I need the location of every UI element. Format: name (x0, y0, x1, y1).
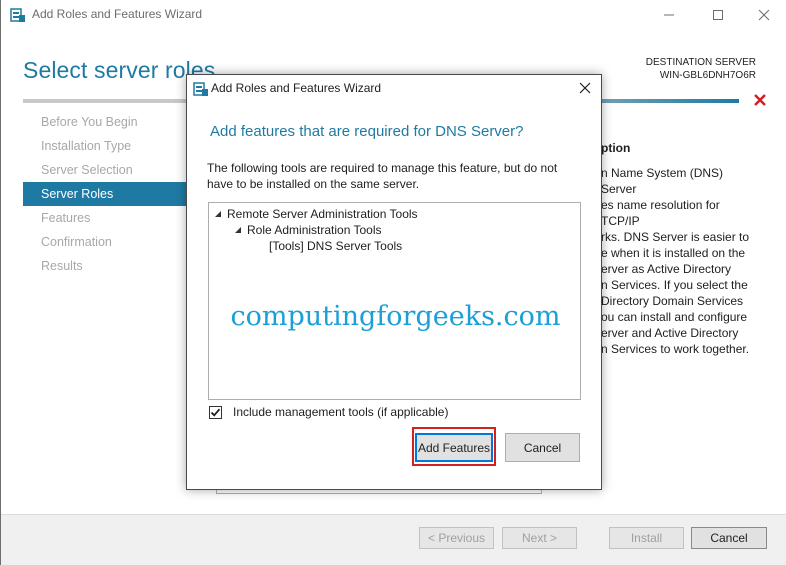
description-line: n Services to work together. (601, 342, 750, 356)
cancel-wizard-button[interactable]: Cancel (691, 527, 767, 549)
watermark-text: computingforgeeks.com (230, 301, 561, 332)
description-line: rks. DNS Server is easier to (601, 230, 750, 244)
tree-item-label: [Tools] DNS Server Tools (269, 239, 403, 253)
nav-item-server-selection[interactable]: Server Selection (23, 158, 189, 182)
destination-label: DESTINATION SERVER (645, 57, 756, 68)
tree-item-remote-server-admin-tools[interactable]: Remote Server Administration Tools (215, 207, 418, 221)
checkbox-label: Include management tools (if applicable) (233, 405, 449, 419)
minimize-button[interactable] (646, 0, 692, 30)
destination-server-info: DESTINATION SERVER WIN-GBL6DNH7O6R (646, 56, 756, 82)
description-line: erver and Active Directory (601, 326, 739, 340)
tree-item-dns-server-tools[interactable]: [Tools] DNS Server Tools (269, 239, 402, 253)
dialog-titlebar: Add Roles and Features Wizard (187, 75, 601, 101)
maximize-button[interactable] (695, 0, 741, 30)
error-x-icon[interactable] (753, 93, 767, 107)
wizard-navigation: Before You Begin Installation Type Serve… (23, 110, 189, 278)
dialog-cancel-button[interactable]: Cancel (505, 433, 580, 462)
description-line: e when it is installed on the (601, 246, 746, 260)
description-title: ption (601, 141, 631, 155)
close-window-button[interactable] (741, 0, 786, 30)
previous-button[interactable]: < Previous (419, 527, 494, 549)
description-line: erver as Active Directory (601, 262, 732, 276)
add-features-dialog: Add Roles and Features Wizard Add featur… (186, 74, 602, 490)
description-line: ou can install and configure (601, 310, 748, 324)
description-line: es name resolution for TCP/IP (601, 198, 720, 228)
nav-item-server-roles[interactable]: Server Roles (23, 182, 189, 206)
checkmark-icon (210, 408, 221, 417)
nav-item-confirmation[interactable]: Confirmation (23, 230, 189, 254)
wizard-footer: < Previous Next > Install Cancel (1, 514, 786, 565)
dialog-close-button[interactable] (572, 76, 598, 100)
description-line: n Services. If you select the (601, 278, 748, 292)
nav-item-before-you-begin[interactable]: Before You Begin (23, 110, 189, 134)
expand-arrow-icon[interactable] (215, 211, 221, 217)
role-description: n Name System (DNS) Server es name resol… (601, 165, 761, 357)
minimize-icon (664, 14, 674, 16)
window-titlebar: Add Roles and Features Wizard (1, 0, 786, 30)
expand-arrow-icon[interactable] (235, 227, 241, 233)
close-icon (579, 82, 591, 94)
window-title: Add Roles and Features Wizard (32, 7, 203, 21)
required-features-tree[interactable]: Remote Server Administration Tools Role … (208, 202, 581, 400)
nav-item-features[interactable]: Features (23, 206, 189, 230)
description-line: Directory Domain Services (601, 294, 744, 308)
next-button[interactable]: Next > (502, 527, 577, 549)
tree-item-role-admin-tools[interactable]: Role Administration Tools (235, 223, 382, 237)
dialog-heading: Add features that are required for DNS S… (210, 123, 524, 140)
tree-item-label: Remote Server Administration Tools (227, 207, 418, 221)
nav-item-installation-type[interactable]: Installation Type (23, 134, 189, 158)
nav-item-results[interactable]: Results (23, 254, 189, 278)
server-manager-icon (10, 8, 25, 22)
tree-item-label: Role Administration Tools (247, 223, 382, 237)
include-management-tools-checkbox[interactable] (209, 405, 222, 419)
destination-server-name: WIN-GBL6DNH7O6R (659, 70, 756, 81)
close-icon (758, 9, 770, 21)
dialog-title: Add Roles and Features Wizard (211, 81, 382, 95)
include-management-tools-row[interactable]: Include management tools (if applicable) (209, 405, 448, 419)
description-line: n Name System (DNS) Server (601, 166, 724, 196)
add-features-button[interactable]: Add Features (415, 433, 493, 462)
dialog-description: The following tools are required to mana… (207, 161, 558, 191)
server-manager-icon (193, 82, 208, 96)
install-button[interactable]: Install (609, 527, 684, 549)
maximize-icon (713, 10, 723, 20)
